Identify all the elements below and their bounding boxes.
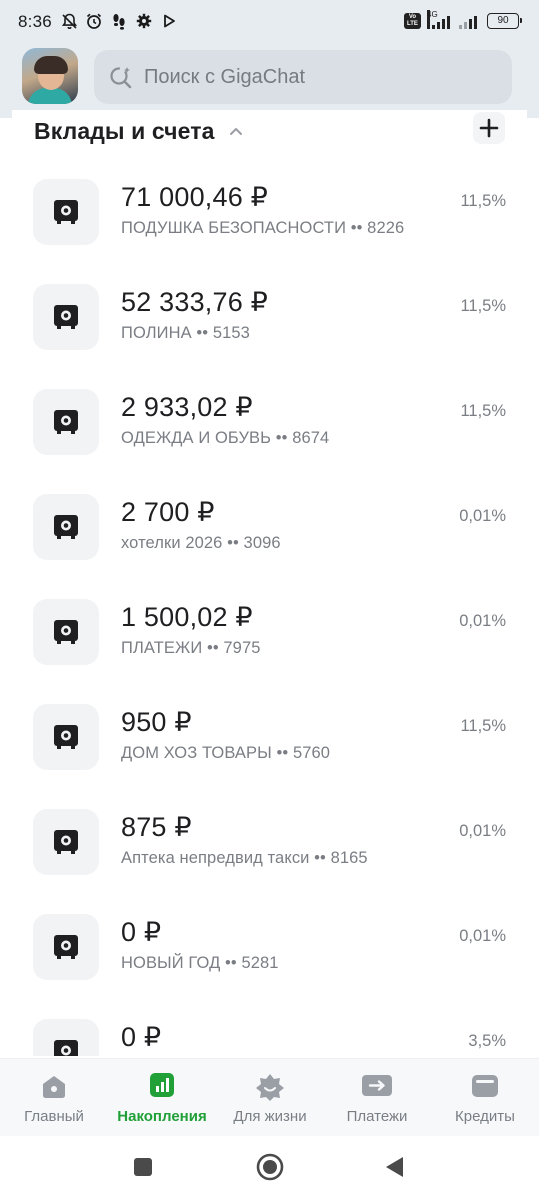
search-placeholder: Поиск с GigaChat (144, 65, 306, 88)
savings-chart-icon (147, 1073, 177, 1099)
nav-item-savings[interactable]: Накопления (110, 1059, 214, 1137)
account-rate: 3,5% (468, 1032, 506, 1050)
safe-icon (33, 179, 99, 245)
account-rate: 0,01% (459, 612, 506, 630)
signal-4g-icon: 4G (427, 10, 453, 29)
battery-icon: 90 (487, 13, 522, 29)
account-balance: 950 ₽ (121, 707, 192, 737)
safe-icon (33, 809, 99, 875)
gear-icon (135, 12, 153, 30)
chevron-up-icon[interactable] (228, 123, 244, 139)
account-balance: 52 333,76 ₽ (121, 287, 268, 317)
status-notification-icons (60, 12, 178, 30)
account-rate: 0,01% (459, 822, 506, 840)
add-account-button[interactable] (473, 112, 505, 144)
nav-label-home: Главный (24, 1108, 84, 1125)
account-name: Аптека непредвид такси •• 8165 (121, 849, 368, 867)
alarm-icon (85, 12, 103, 30)
bell-off-icon (60, 12, 78, 30)
safe-icon (33, 389, 99, 455)
transfer-icon (362, 1073, 392, 1099)
search-input[interactable]: Поиск с GigaChat (94, 50, 512, 104)
nav-item-payments[interactable]: Платежи (330, 1059, 424, 1137)
avatar[interactable] (22, 48, 78, 104)
account-row[interactable]: 875 ₽ Аптека непредвид такси •• 8165 0,0… (12, 809, 527, 914)
account-row[interactable]: 71 000,46 ₽ ПОДУШКА БЕЗОПАСНОСТИ •• 8226… (12, 179, 527, 284)
account-balance: 1 500,02 ₽ (121, 602, 253, 632)
account-row[interactable]: 0 ₽ НОВЫЙ ГОД •• 5281 0,01% (12, 914, 527, 1019)
nav-label-savings: Накопления (117, 1108, 207, 1125)
section-header[interactable]: Вклады и счета (34, 114, 244, 148)
volte-badge: Vo LTE (404, 13, 421, 29)
account-rate: 11,5% (460, 192, 506, 210)
system-navigation-bar (0, 1136, 539, 1200)
account-row[interactable]: 950 ₽ ДОМ ХОЗ ТОВАРЫ •• 5760 11,5% (12, 704, 527, 809)
account-rate: 11,5% (460, 402, 506, 420)
account-balance: 875 ₽ (121, 812, 192, 842)
account-name: НОВЫЙ ГОД •• 5281 (121, 954, 279, 972)
nav-item-credits[interactable]: Кредиты (438, 1059, 532, 1137)
nav-label-credits: Кредиты (455, 1108, 515, 1125)
safe-icon (33, 1019, 99, 1056)
footsteps-icon (110, 12, 128, 30)
nav-item-home[interactable]: Главный (8, 1059, 100, 1137)
account-rate: 11,5% (460, 297, 506, 315)
section-title: Вклады и счета (34, 117, 215, 144)
lifestyle-icon (255, 1073, 285, 1101)
account-name: хотелки 2026 •• 3096 (121, 534, 281, 552)
account-balance: 2 700 ₽ (121, 497, 215, 527)
account-rate: 11,5% (460, 717, 506, 735)
signal-sim2-icon (459, 13, 481, 29)
safe-icon (33, 284, 99, 350)
account-rate: 0,01% (459, 927, 506, 945)
account-balance: 2 933,02 ₽ (121, 392, 253, 422)
account-name: ПОЛИНА •• 5153 (121, 324, 250, 342)
back-button[interactable] (382, 1154, 408, 1180)
account-balance: 0 ₽ (121, 917, 162, 947)
account-balance: 0 ₽ (121, 1022, 162, 1052)
account-row[interactable]: 1 500,02 ₽ ПЛАТЕЖИ •• 7975 0,01% (12, 599, 527, 704)
account-row[interactable]: 2 700 ₽ хотелки 2026 •• 3096 0,01% (12, 494, 527, 599)
account-balance: 71 000,46 ₽ (121, 182, 268, 212)
network-type: 4G (427, 10, 438, 29)
account-name: ПОДУШКА БЕЗОПАСНОСТИ •• 8226 (121, 219, 405, 237)
play-store-icon (160, 12, 178, 30)
status-bar: 8:36 Vo LTE 4G 90 (0, 0, 539, 44)
account-row[interactable]: 2 933,02 ₽ ОДЕЖДА И ОБУВЬ •• 8674 11,5% (12, 389, 527, 494)
safe-icon (33, 914, 99, 980)
wallet-icon (470, 1073, 500, 1099)
account-rate: 0,01% (459, 507, 506, 525)
account-row[interactable]: 0 ₽ 3,5% (12, 1019, 527, 1056)
account-name: ДОМ ХОЗ ТОВАРЫ •• 5760 (121, 744, 331, 762)
gigachat-search-icon (108, 64, 134, 90)
safe-icon (33, 494, 99, 560)
nav-label-payments: Платежи (346, 1108, 408, 1125)
recent-apps-button[interactable] (130, 1154, 156, 1180)
status-time: 8:36 (18, 12, 52, 31)
app-header: 8:36 Vo LTE 4G 90 Поиск с GigaChat (0, 0, 539, 118)
safe-icon (33, 599, 99, 665)
bottom-navigation: Главный Накопления Для жизни Платежи Кре… (0, 1058, 539, 1137)
home-icon (39, 1073, 69, 1099)
home-button[interactable] (255, 1152, 285, 1182)
nav-label-lifestyle: Для жизни (233, 1108, 307, 1125)
nav-item-lifestyle[interactable]: Для жизни (222, 1059, 318, 1137)
plus-icon (479, 118, 499, 138)
account-name: ОДЕЖДА И ОБУВЬ •• 8674 (121, 429, 330, 447)
accounts-card: Вклады и счета 71 000,46 ₽ ПОДУШКА БЕЗОП… (12, 110, 527, 1056)
safe-icon (33, 704, 99, 770)
status-system-icons: Vo LTE 4G 90 (404, 10, 522, 29)
account-name: ПЛАТЕЖИ •• 7975 (121, 639, 261, 657)
account-row[interactable]: 52 333,76 ₽ ПОЛИНА •• 5153 11,5% (12, 284, 527, 389)
